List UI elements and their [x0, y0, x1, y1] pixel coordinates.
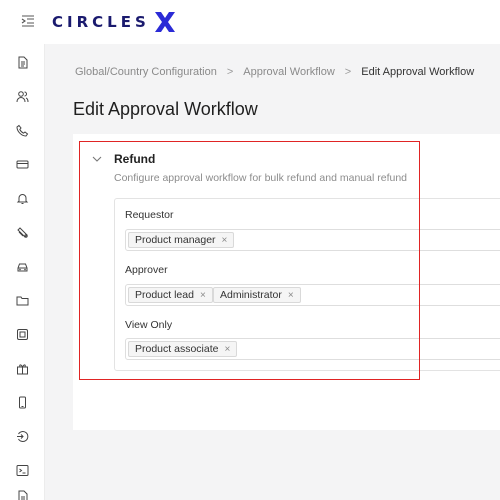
- tag-label: Product lead: [135, 289, 194, 301]
- chevron-down-icon: [92, 156, 102, 162]
- close-icon[interactable]: ×: [222, 235, 228, 246]
- tag-label: Administrator: [220, 289, 282, 301]
- view-only-input[interactable]: Product associate ×: [125, 338, 500, 360]
- tag-product-lead: Product lead ×: [128, 287, 213, 303]
- file-icon[interactable]: [16, 490, 29, 500]
- top-bar: CIRCLES: [0, 0, 500, 44]
- login-icon[interactable]: [16, 430, 29, 443]
- tag-product-manager: Product manager ×: [128, 232, 235, 248]
- logo[interactable]: CIRCLES: [52, 8, 176, 36]
- section-title: Refund: [114, 152, 156, 166]
- tag-label: Product associate: [135, 343, 219, 355]
- requestor-label: Requestor: [125, 209, 174, 221]
- breadcrumb-separator: >: [344, 66, 352, 78]
- folder-icon[interactable]: [16, 294, 29, 307]
- breadcrumb-separator: >: [226, 66, 234, 78]
- breadcrumb-edit-approval-workflow: Edit Approval Workflow: [361, 66, 475, 78]
- close-icon[interactable]: ×: [200, 290, 206, 301]
- breadcrumb: Global/Country Configuration > Approval …: [75, 66, 474, 78]
- breadcrumb-global-country-configuration[interactable]: Global/Country Configuration: [75, 66, 217, 78]
- close-icon[interactable]: ×: [288, 290, 294, 301]
- users-icon[interactable]: [16, 90, 29, 103]
- breadcrumb-approval-workflow[interactable]: Approval Workflow: [243, 66, 335, 78]
- gift-icon[interactable]: [16, 362, 29, 375]
- car-icon[interactable]: [16, 260, 29, 273]
- terminal-icon[interactable]: [16, 464, 29, 477]
- refund-section-toggle[interactable]: Refund: [92, 152, 155, 166]
- requestor-input[interactable]: Product manager ×: [125, 229, 500, 251]
- approver-input[interactable]: Product lead × Administrator ×: [125, 284, 500, 306]
- view-only-label: View Only: [125, 319, 173, 331]
- logo-mark-icon: [154, 12, 175, 32]
- sim-icon[interactable]: [16, 328, 29, 341]
- bell-icon[interactable]: [16, 192, 29, 205]
- tag-product-associate: Product associate ×: [128, 341, 238, 357]
- mobile-icon[interactable]: [16, 396, 29, 409]
- logo-text: CIRCLES: [52, 13, 150, 31]
- document-icon[interactable]: [16, 56, 29, 69]
- tag-administrator: Administrator ×: [213, 287, 301, 303]
- approver-label: Approver: [125, 264, 168, 276]
- sidebar: [0, 44, 45, 500]
- page-title: Edit Approval Workflow: [73, 99, 258, 119]
- card-icon[interactable]: [16, 158, 29, 171]
- section-description: Configure approval workflow for bulk ref…: [114, 172, 408, 184]
- tag-label: Product manager: [135, 234, 216, 246]
- phone-icon[interactable]: [16, 124, 29, 137]
- ticket-icon[interactable]: [16, 226, 29, 239]
- close-icon[interactable]: ×: [224, 344, 230, 355]
- menu-toggle-icon[interactable]: [21, 14, 35, 28]
